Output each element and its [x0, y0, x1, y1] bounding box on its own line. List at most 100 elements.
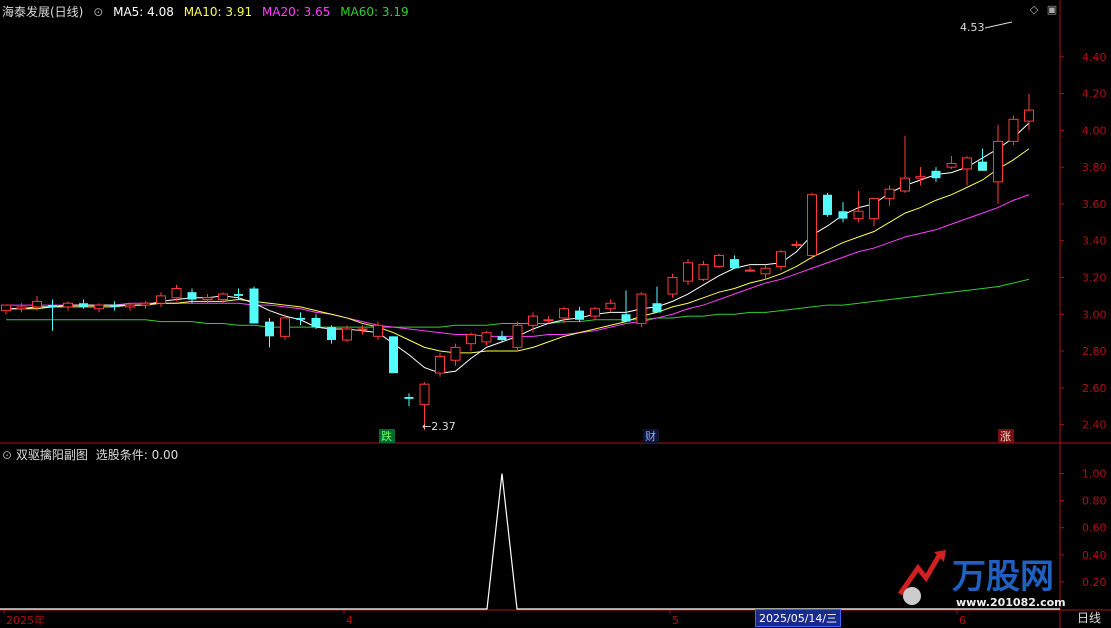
candle-body	[714, 254, 724, 267]
candle-body	[512, 324, 523, 348]
candle-body	[869, 197, 879, 220]
candle-body	[931, 170, 941, 179]
candle-body	[373, 324, 383, 337]
price-tick-label: 4.00	[1082, 124, 1107, 137]
price-tick-label: 2.60	[1082, 382, 1107, 395]
candle-body	[110, 305, 119, 307]
candle-body	[466, 333, 476, 345]
candle-body	[48, 305, 57, 307]
candle-body	[404, 397, 414, 399]
candle-body	[265, 321, 274, 337]
ma60-label: MA60: 3.19	[340, 5, 409, 19]
time-label: 4	[346, 614, 353, 627]
price-tick-label: 2.40	[1082, 419, 1107, 432]
candle-body	[140, 302, 151, 306]
low-price-label: ←2.37	[422, 420, 456, 433]
candle-body	[419, 383, 430, 405]
settings-icon[interactable]: ▣	[1046, 4, 1058, 16]
time-label: 6	[959, 614, 966, 627]
candle-body	[296, 317, 305, 320]
candle-body	[667, 276, 678, 295]
price-tick-label: 3.80	[1082, 161, 1107, 174]
high-arrow	[984, 21, 1013, 29]
rise-marker: 涨	[1000, 430, 1011, 443]
candle-body	[234, 294, 243, 296]
candle-body	[993, 140, 1003, 183]
candle-body	[698, 264, 709, 280]
watermark-url: www.201082.com	[956, 596, 1066, 609]
candle-body	[543, 319, 554, 322]
price-tick-label: 4.40	[1082, 51, 1107, 64]
candle-body	[528, 315, 538, 326]
candle-body	[946, 162, 957, 168]
candle-body	[915, 175, 926, 179]
price-tick-label: 3.20	[1082, 271, 1107, 284]
candle-body	[357, 328, 368, 331]
candle-body	[884, 188, 895, 199]
candle-body	[79, 303, 88, 307]
candle-body	[171, 288, 182, 299]
price-tick-label: 3.60	[1082, 198, 1107, 211]
stock-title[interactable]: 海泰发展(日线)	[2, 5, 83, 19]
candle-body	[605, 302, 616, 310]
fall-marker: 跌	[381, 429, 392, 443]
candle-body	[280, 317, 290, 337]
candle-body	[249, 288, 259, 324]
candle-body	[187, 292, 197, 300]
candle-body	[450, 346, 461, 361]
candle-body	[16, 306, 27, 310]
candle-body	[559, 308, 569, 319]
ma5-label: MA5: 4.08	[113, 5, 174, 19]
candle-body	[730, 259, 739, 269]
candle-body	[435, 356, 445, 374]
candle-body	[745, 269, 755, 272]
candle-body	[481, 332, 492, 343]
candle-body	[1024, 109, 1034, 122]
candle-body	[342, 328, 352, 341]
time-label: 5	[672, 614, 679, 627]
candle-body	[156, 295, 166, 304]
sub-tick-label: 0.60	[1082, 522, 1107, 535]
indicator-toggle-icon[interactable]: ⊙	[2, 448, 12, 462]
main-header: 海泰发展(日线) ⊙ MA5: 4.08 MA10: 3.91 MA20: 3.…	[2, 3, 415, 20]
candle-body	[389, 336, 398, 374]
candle-body	[497, 336, 507, 341]
candle-body	[853, 210, 864, 220]
candle-body	[962, 157, 972, 170]
candle-body	[760, 267, 771, 275]
candle-body	[1, 304, 11, 312]
candle-body	[32, 300, 42, 308]
candle-body	[791, 243, 802, 246]
price-tick-label: 3.40	[1082, 235, 1107, 248]
sub-tick-label: 1.00	[1082, 468, 1107, 481]
candle-body	[218, 293, 228, 301]
candle-body	[838, 211, 848, 219]
candle-body	[978, 161, 987, 171]
candle-body	[63, 302, 73, 308]
sub-tick-label: 0.80	[1082, 495, 1107, 508]
candle-body	[327, 327, 336, 341]
candle-body	[311, 317, 321, 328]
sub-header: ⊙ 双驱擒阳副图 选股条件: 0.00	[2, 446, 178, 463]
candle-body	[202, 297, 213, 301]
price-tick-label: 3.00	[1082, 308, 1107, 321]
ma10-label: MA10: 3.91	[183, 5, 253, 19]
time-label: 2025年	[6, 613, 45, 627]
period-label[interactable]: 日线	[1077, 609, 1101, 626]
candle-body	[621, 314, 631, 322]
diamond-icon[interactable]: ◇	[1028, 4, 1040, 16]
cursor-date-badge: 2025/05/14/三	[755, 609, 842, 627]
candle-body	[636, 293, 647, 324]
fin-marker: 财	[645, 429, 656, 443]
candle-body	[94, 304, 104, 310]
indicator-condition: 选股条件: 0.00	[95, 448, 179, 462]
candle-body	[575, 310, 584, 320]
indicator-title[interactable]: 双驱擒阳副图	[16, 448, 88, 462]
watermark-brand: 万股网	[952, 557, 1054, 597]
stock-chart[interactable]: 4.40 4.20 4.00 3.80 3.60 3.40 3.20 3.00 2.80 2.60…	[0, 0, 1111, 628]
price-tick-label: 2.80	[1082, 345, 1107, 358]
candle-body	[652, 303, 662, 313]
ma-toggle-icon[interactable]: ⊙	[93, 5, 103, 19]
high-price-label: 4.53	[960, 21, 985, 34]
ma20-label: MA20: 3.65	[261, 5, 331, 19]
